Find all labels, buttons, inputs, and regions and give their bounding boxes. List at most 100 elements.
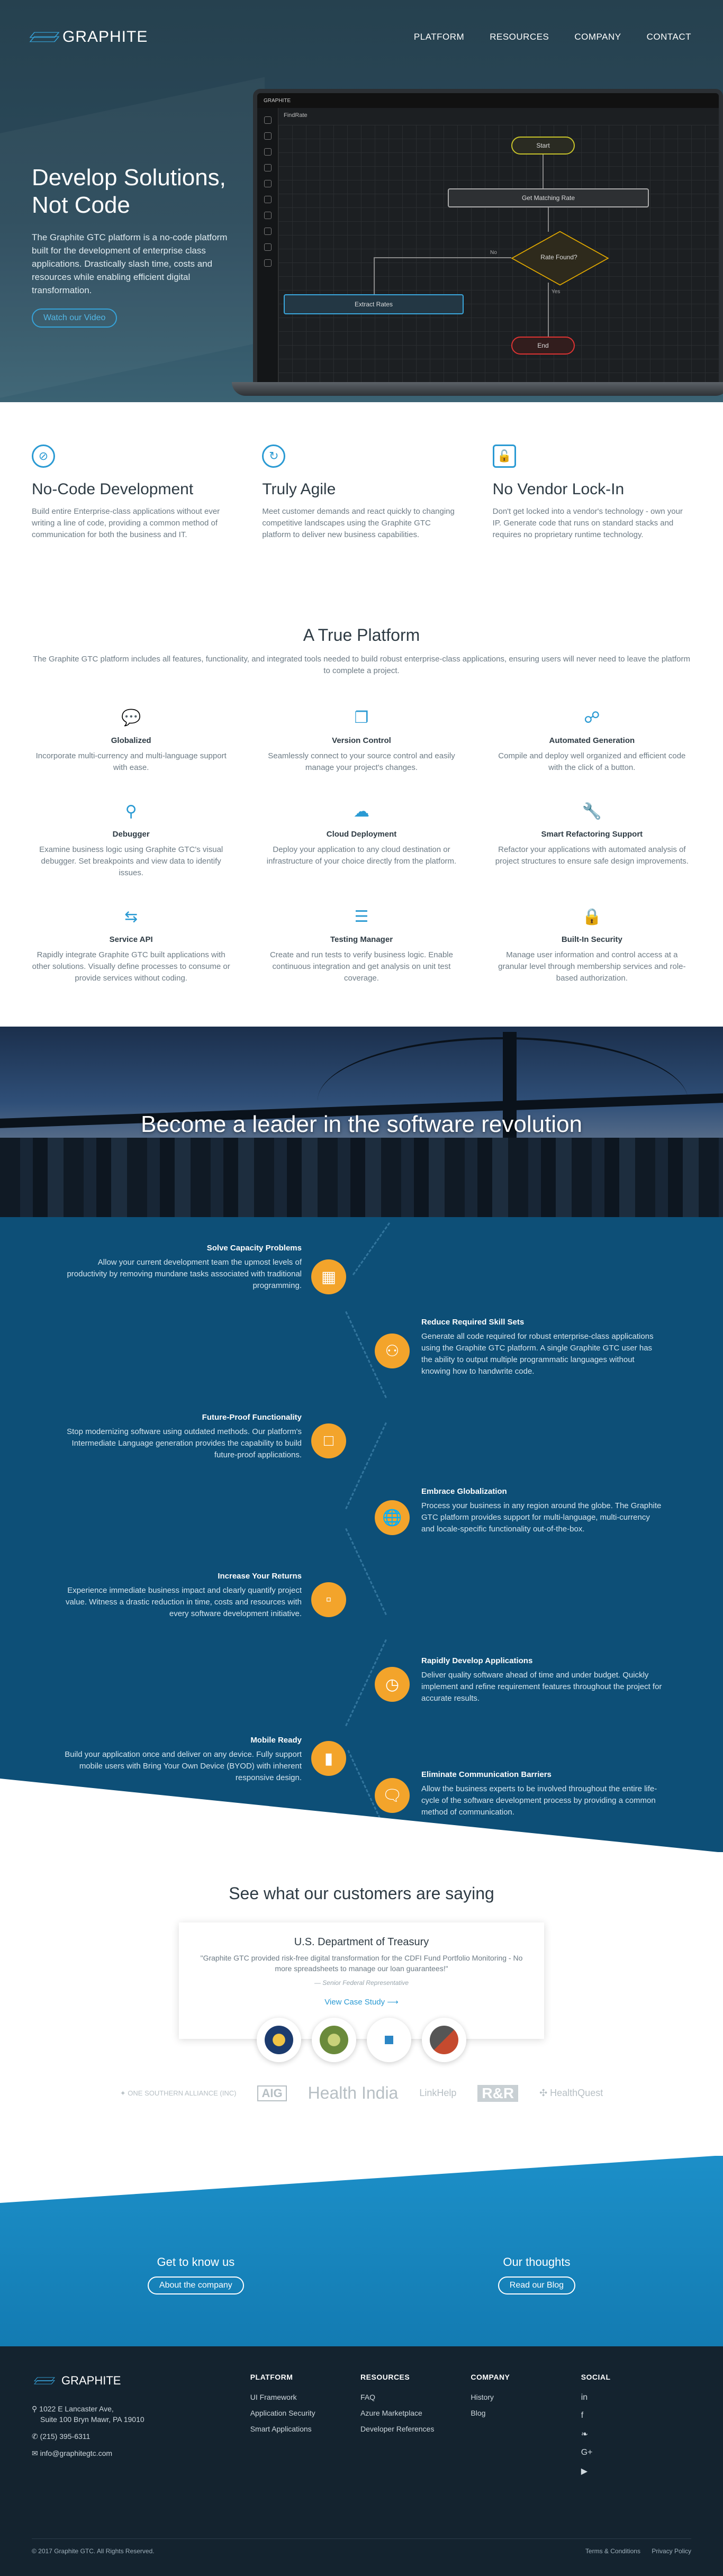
- testimonials: See what our customers are saying U.S. D…: [0, 1852, 723, 2135]
- platform-item-title: Automated Generation: [549, 736, 635, 745]
- flow-connector: [374, 257, 511, 258]
- footer-link[interactable]: Developer References: [360, 2425, 471, 2433]
- footer-email[interactable]: ✉ info@graphitegtc.com: [32, 2448, 250, 2459]
- footer-col-company: COMPANY History Blog: [471, 2373, 581, 2485]
- testimonial-org: U.S. Department of Treasury: [294, 1936, 429, 1948]
- google-plus-icon[interactable]: G+: [581, 2448, 691, 2457]
- platform-item-title: Debugger: [112, 830, 150, 839]
- legal-links: Terms & Conditions Privacy Policy: [576, 2547, 691, 2555]
- flow-node-extract[interactable]: Extract Rates: [284, 294, 464, 314]
- footer-bottom: © 2017 Graphite GTC. All Rights Reserved…: [32, 2538, 691, 2555]
- benefits-timeline: Solve Capacity Problems Allow your curren…: [0, 1217, 723, 1852]
- testimonial-quote: "Graphite GTC provided risk-free digital…: [200, 1954, 523, 1973]
- platform-item: 💬 Globalized Incorporate multi-currency an…: [32, 709, 230, 774]
- footer-col-resources: RESOURCES FAQ Azure Marketplace Develope…: [360, 2373, 471, 2485]
- usda-seal[interactable]: [312, 2018, 356, 2062]
- client-logo: LinkHelp: [419, 2088, 457, 2098]
- footer-columns: GRAPHITE ⚲ 1022 E Lancaster Ave, Suite 1…: [32, 2373, 691, 2485]
- padlock-icon: 🔒: [582, 908, 602, 926]
- laptop-base: [232, 382, 723, 396]
- view-case-study-link[interactable]: View Case Study ⟶: [324, 1998, 399, 2007]
- app-titlebar: GRAPHITE: [257, 93, 719, 108]
- platform-lead: The Graphite GTC platform includes all f…: [32, 655, 691, 675]
- speed-icon: ◷: [375, 1667, 410, 1702]
- cta-about: Get to know us About the company: [147, 2255, 244, 2294]
- benefit-title: Increase Your Returns: [218, 1572, 302, 1581]
- money-icon: ▫: [311, 1582, 346, 1617]
- tool-icon: [264, 196, 272, 203]
- platform-item: 🔧 Smart Refactoring Support Refactor your …: [493, 802, 691, 879]
- app-screenshot: GRAPHITE FindRate Start Get Matching Rat…: [253, 89, 723, 391]
- tool-icon: [264, 243, 272, 251]
- benefit-body: Generate all code required for robust en…: [421, 1332, 654, 1376]
- no-code-icon: ⊘: [32, 445, 55, 468]
- client-logo: R&R: [477, 2084, 519, 2102]
- flow-node-end[interactable]: End: [511, 337, 575, 355]
- footer-logo[interactable]: GRAPHITE: [32, 2373, 250, 2389]
- health-cross-seal[interactable]: [367, 2018, 411, 2062]
- flow-node-decision[interactable]: Rate Found?: [511, 231, 607, 284]
- cta-blog-title: Our thoughts: [503, 2255, 571, 2269]
- hero-body: The Graphite GTC platform is a no-code p…: [32, 232, 228, 295]
- platform-section: A True Platform The Graphite GTC platfor…: [0, 578, 723, 1027]
- footer-link[interactable]: History: [471, 2393, 581, 2401]
- twitter-icon[interactable]: ❧: [581, 2429, 691, 2439]
- treasury-seal[interactable]: [257, 2018, 301, 2062]
- read-blog-button[interactable]: Read our Blog: [498, 2276, 576, 2294]
- laptop-mockup: GRAPHITE FindRate Start Get Matching Rat…: [232, 89, 723, 396]
- footer-phone[interactable]: ✆ (215) 395-6311: [32, 2431, 250, 2442]
- email-address: info@graphitegtc.com: [40, 2449, 113, 2457]
- site-footer: GRAPHITE ⚲ 1022 E Lancaster Ave, Suite 1…: [0, 2346, 723, 2576]
- client-logos: ✦ ONE SOUTHERN ALLIANCE (INC) AIG Health…: [32, 2083, 691, 2103]
- flow-node-start[interactable]: Start: [511, 137, 575, 155]
- tool-icon: [264, 259, 272, 267]
- platform-item: 🔒 Built-In Security Manage user informatio…: [493, 908, 691, 984]
- phone-icon: ✆: [32, 2432, 40, 2441]
- flow-node-task[interactable]: Get Matching Rate: [448, 188, 649, 207]
- platform-item-body: Refactor your applications with automate…: [495, 845, 689, 866]
- privacy-link[interactable]: Privacy Policy: [652, 2547, 691, 2555]
- youtube-icon[interactable]: ▶: [581, 2466, 691, 2477]
- platform-item-body: Create and run tests to verify business …: [269, 950, 453, 983]
- cloud-upload-icon: ☁: [353, 803, 369, 820]
- platform-item-title: Version Control: [332, 736, 391, 745]
- nav-link-contact[interactable]: CONTACT: [647, 32, 691, 42]
- share-nodes-icon: ☍: [584, 709, 600, 727]
- footer-link[interactable]: Blog: [471, 2409, 581, 2417]
- benefit-item: Reduce Required Skill Sets Generate all c…: [421, 1318, 665, 1377]
- about-company-button[interactable]: About the company: [147, 2276, 244, 2294]
- business-suit-seal[interactable]: [422, 2018, 466, 2062]
- footer-link[interactable]: Application Security: [250, 2409, 360, 2417]
- tool-icon: [264, 180, 272, 187]
- facebook-icon[interactable]: f: [581, 2411, 691, 2420]
- footer-col-title: SOCIAL: [581, 2373, 611, 2381]
- globe-icon: 🌐: [375, 1500, 410, 1535]
- footer-col-title: PLATFORM: [250, 2373, 293, 2381]
- nav-link-platform[interactable]: PLATFORM: [414, 32, 464, 42]
- footer-link[interactable]: FAQ: [360, 2393, 471, 2401]
- feature-title: Truly Agile: [262, 480, 336, 498]
- app-process-title: FindRate: [284, 112, 308, 119]
- phone-number: (215) 395-6311: [40, 2432, 91, 2441]
- footer-link[interactable]: UI Framework: [250, 2393, 360, 2401]
- linkedin-icon[interactable]: in: [581, 2393, 691, 2402]
- watch-video-button[interactable]: Watch our Video: [32, 309, 118, 328]
- footer-link[interactable]: Azure Marketplace: [360, 2409, 471, 2417]
- footer-col-platform: PLATFORM UI Framework Application Securi…: [250, 2373, 360, 2485]
- customer-seals: [32, 2018, 691, 2062]
- nav-links: PLATFORM RESOURCES COMPANY CONTACT: [414, 32, 691, 42]
- feature-body: Don't get locked into a vendor's technol…: [492, 507, 683, 539]
- client-logo: Health India: [308, 2083, 399, 2102]
- tool-icon: [264, 148, 272, 156]
- nav-link-resources[interactable]: RESOURCES: [490, 32, 549, 42]
- brand-logo[interactable]: GRAPHITE: [29, 28, 148, 46]
- platform-item: ☍ Automated Generation Compile and deploy …: [493, 709, 691, 774]
- terms-link[interactable]: Terms & Conditions: [585, 2547, 640, 2555]
- benefit-body: Process your business in any region arou…: [421, 1501, 662, 1534]
- app-brand: GRAPHITE: [264, 97, 291, 104]
- benefit-title: Reduce Required Skill Sets: [421, 1318, 525, 1327]
- nav-link-company[interactable]: COMPANY: [574, 32, 621, 42]
- footer-link[interactable]: Smart Applications: [250, 2425, 360, 2433]
- bridge-banner: Become a leader in the software revoluti…: [0, 1027, 723, 1217]
- health-cross-icon: [375, 2026, 403, 2054]
